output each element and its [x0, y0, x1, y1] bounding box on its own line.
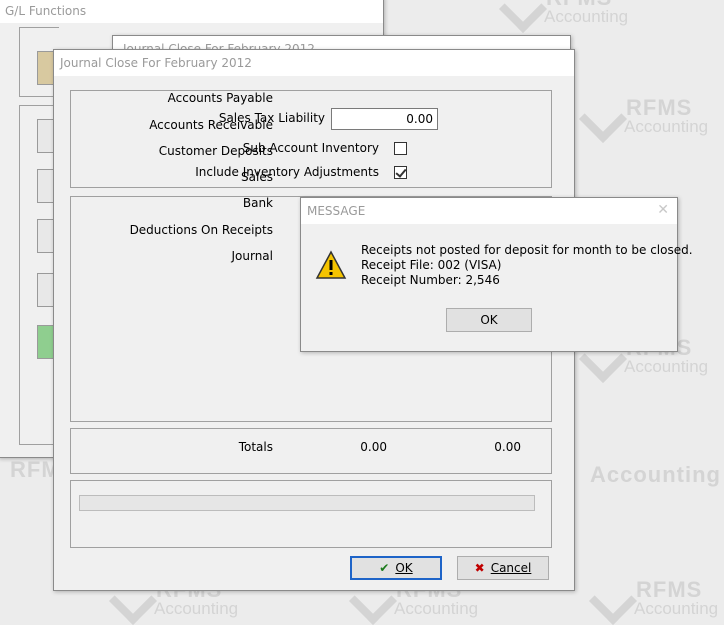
dialog-title: MESSAGE [301, 198, 677, 224]
include-adjustments-label: Include Inventory Adjustments [195, 165, 379, 179]
row-label: Bank [242, 196, 273, 210]
message-dialog: MESSAGE ✕ Receipts not posted for deposi… [300, 197, 693, 352]
watermark: RFMSAccounting [588, 576, 718, 625]
message-line-2: Receipt File: 002 (VISA) [361, 258, 502, 272]
row-label: Accounts Payable [167, 91, 273, 105]
row-label: Sales [241, 170, 273, 184]
message-line-1: Receipts not posted for deposit for mont… [361, 243, 693, 257]
row-label: Deductions On Receipts [129, 223, 273, 237]
sales-tax-input[interactable]: 0.00 [331, 108, 438, 130]
checkmark-icon: ✔ [379, 561, 390, 575]
progress-group [70, 480, 552, 548]
window-title: Journal Close For February 2012 [54, 50, 574, 76]
sub-account-checkbox[interactable] [394, 142, 407, 155]
totals-col1: 0.00 [360, 440, 387, 454]
totals-group: Totals 0.00 0.00 [70, 428, 552, 474]
watermark: RFMSAccounting [498, 0, 628, 34]
cancel-button[interactable]: ✖ Cancel [457, 556, 549, 580]
warning-icon [315, 250, 347, 280]
progress-bar [79, 495, 535, 511]
totals-col2: 0.00 [494, 440, 521, 454]
ok-button[interactable]: ✔ OK [350, 556, 442, 580]
window-title: G/L Functions [0, 0, 383, 23]
row-label: Customer Deposits [158, 144, 273, 158]
include-adjustments-checkbox[interactable] [394, 166, 407, 179]
message-ok-button[interactable]: OK [446, 308, 532, 332]
row-label: Journal [231, 249, 273, 263]
totals-label: Totals [238, 440, 273, 454]
message-line-3: Receipt Number: 2,546 [361, 273, 500, 287]
options-group: Sales Tax Liability 0.00 Sub Account Inv… [70, 90, 552, 188]
watermark: Accounting [590, 462, 721, 487]
close-icon: ✖ [474, 561, 485, 575]
close-icon[interactable]: ✕ [657, 202, 669, 218]
row-label: Accounts Receivable [149, 118, 273, 132]
watermark: RFMSAccounting [578, 94, 708, 144]
